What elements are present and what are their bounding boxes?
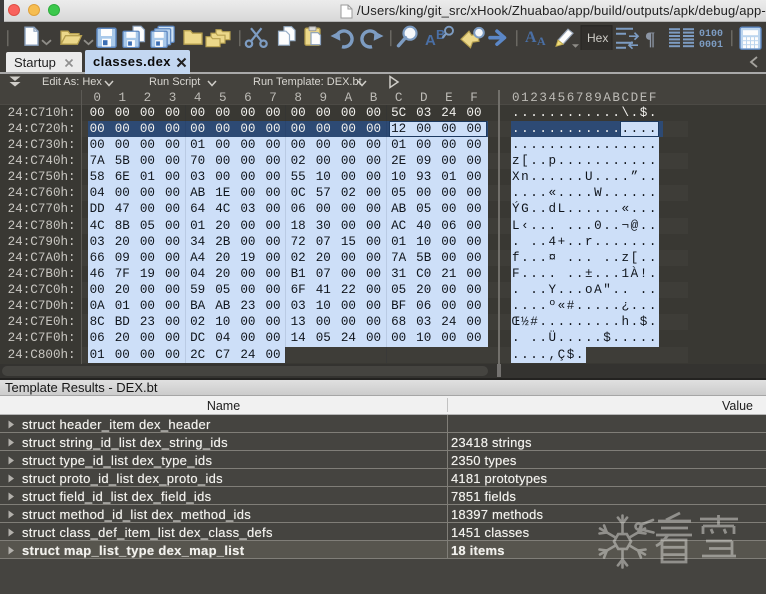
svg-text:A: A <box>537 34 546 48</box>
svg-text:0001: 0001 <box>699 40 723 50</box>
svg-text:0100: 0100 <box>699 29 723 40</box>
svg-text:A: A <box>525 29 537 46</box>
svg-text:Hex: Hex <box>587 31 608 45</box>
svg-text:¶: ¶ <box>645 29 655 50</box>
svg-text:A: A <box>425 32 436 49</box>
